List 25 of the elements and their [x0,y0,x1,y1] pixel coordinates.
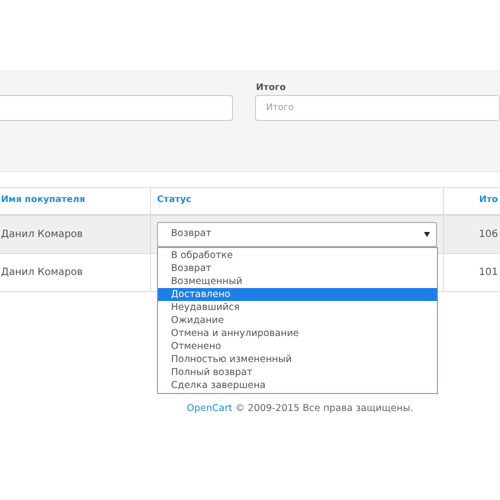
dropdown-option[interactable]: Ожидание [158,314,437,327]
dropdown-option[interactable]: В обработке [158,249,437,262]
dropdown-option[interactable]: Полностью измененный [158,353,437,366]
footer-text: OpenCart © 2009-2015 Все права защищены. [186,402,414,416]
field-label: Итого [256,82,287,95]
dropdown-option[interactable]: Доставлено [158,288,437,301]
input-field[interactable] [0,95,233,121]
table-cell-text: Данил Комаров [1,228,83,242]
dropdown-option[interactable]: Отменено [158,340,437,353]
caret-icon [424,232,430,237]
table-cell-text: Данил Комаров [1,266,83,280]
dropdown-option[interactable]: Полный возврат [158,366,437,379]
dropdown-option[interactable]: Возврат [158,262,437,275]
dropdown-option[interactable]: Сделка завершена [158,379,437,392]
table-cell-text: 106 [478,228,498,242]
total-input-field[interactable]: Итого [255,95,500,121]
column-header-link[interactable]: Имя покупателя [1,194,86,208]
status-select[interactable]: Возврат [157,222,437,247]
column-header-link[interactable]: Ито [479,194,498,208]
table-cell-text: 101 [478,266,498,280]
column-header-link[interactable]: Статус [157,194,192,208]
dropdown-option[interactable]: Возмещенный [158,275,437,288]
dropdown-option[interactable]: Неудавшийся [158,301,437,314]
dropdown-option[interactable]: Отмена и аннулирование [158,327,437,340]
opencart-link[interactable]: OpenCart [186,403,232,414]
